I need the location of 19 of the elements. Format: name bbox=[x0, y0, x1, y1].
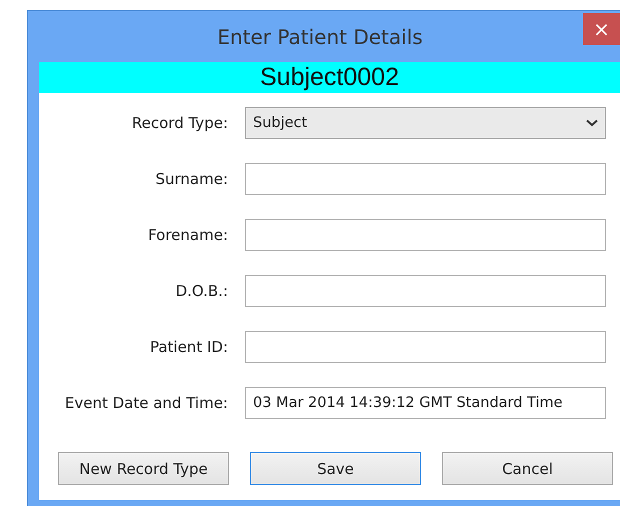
input-field[interactable] bbox=[245, 163, 606, 195]
subject-title: Subject0002 bbox=[260, 63, 399, 92]
field-label: Event Date and Time: bbox=[64, 394, 228, 412]
field-label: Patient ID: bbox=[148, 338, 228, 356]
input-field[interactable]: 03 Mar 2014 14:39:12 GMT Standard Time bbox=[245, 387, 606, 419]
field-label: Record Type: bbox=[130, 114, 228, 132]
input-field[interactable] bbox=[245, 275, 606, 307]
dialog-button[interactable]: Save bbox=[250, 452, 421, 485]
input-field[interactable] bbox=[245, 331, 606, 363]
record-type-dropdown[interactable]: Subject bbox=[245, 107, 606, 139]
dialog-button[interactable]: New Record Type bbox=[58, 452, 229, 485]
window-title: Enter Patient Details bbox=[217, 24, 424, 48]
field-label: Surname: bbox=[154, 170, 228, 188]
field-label: D.O.B.: bbox=[174, 282, 228, 300]
close-button[interactable]: × bbox=[583, 13, 620, 45]
dialog-button[interactable]: Cancel bbox=[442, 452, 613, 485]
chevron-down-icon bbox=[586, 119, 598, 127]
input-field[interactable] bbox=[245, 219, 606, 251]
field-label: Forename: bbox=[147, 226, 228, 244]
